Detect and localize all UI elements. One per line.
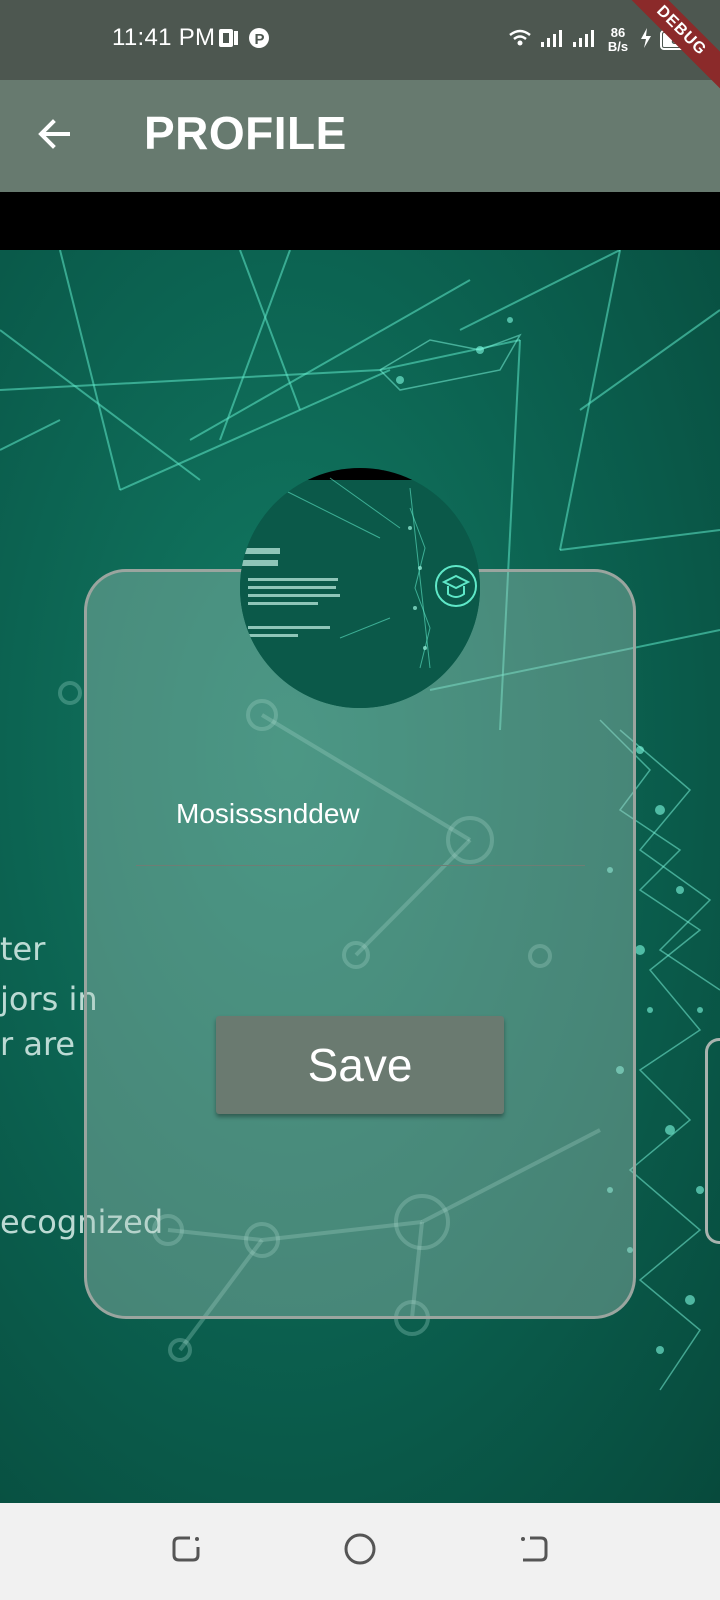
background-text-line-2: jors in	[0, 980, 98, 1018]
profile-screen: 11:41 PM P 86 B/s DEBUG PROFILE ter jors…	[0, 0, 720, 1600]
arrow-left-icon	[36, 116, 72, 157]
parking-p-icon: P	[248, 27, 270, 49]
net-speed-unit: B/s	[607, 39, 629, 54]
net-speed-value: 86	[610, 25, 626, 40]
edge-panel-handle[interactable]	[705, 1038, 720, 1244]
background-text-line-3: r are	[0, 1025, 76, 1063]
profile-avatar[interactable]	[240, 468, 480, 708]
status-bar: 11:41 PM P 86 B/s DEBUG	[0, 0, 720, 101]
notification-app-icon	[218, 27, 240, 49]
save-button[interactable]: Save	[216, 1016, 504, 1114]
nav-back-icon	[518, 1533, 550, 1570]
net-speed: 86 B/s	[604, 26, 632, 54]
home-circle-icon	[343, 1532, 377, 1571]
svg-text:P: P	[255, 31, 265, 48]
page-title: PROFILE	[144, 107, 347, 159]
back-button[interactable]	[28, 110, 80, 162]
signal-icon-1	[540, 28, 564, 53]
header-image-strip	[0, 192, 720, 250]
recents-button[interactable]	[164, 1529, 208, 1573]
system-nav-bar	[0, 1503, 720, 1600]
recents-icon	[170, 1533, 202, 1570]
name-field[interactable]: Mosisssnddew	[176, 798, 360, 830]
nav-back-button[interactable]	[512, 1529, 556, 1573]
name-field-underline	[136, 865, 585, 866]
background-text-line-1: ter	[0, 930, 46, 968]
signal-icon-2	[572, 28, 596, 53]
charging-icon	[640, 27, 652, 53]
home-button[interactable]	[338, 1529, 382, 1573]
status-time: 11:41 PM	[112, 24, 216, 51]
avatar-image	[240, 468, 480, 708]
wifi-icon	[508, 28, 532, 53]
app-bar: PROFILE	[0, 80, 720, 192]
